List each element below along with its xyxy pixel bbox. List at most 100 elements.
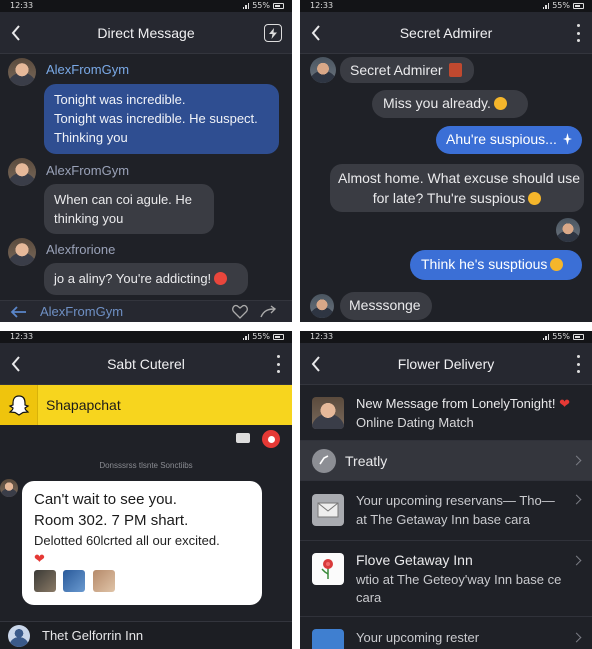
back-button[interactable] — [6, 353, 26, 375]
flower-icon — [312, 553, 344, 585]
row-subtitle: Online Dating Match — [356, 415, 474, 430]
row-title: Treatly — [345, 453, 388, 469]
chevron-left-icon — [11, 356, 20, 372]
chevron-left-icon — [311, 356, 320, 372]
share-arrow-icon[interactable] — [260, 305, 278, 318]
status-bar: 12:33 55% — [300, 0, 592, 12]
more-options-icon[interactable] — [274, 355, 282, 373]
chevron-right-icon — [571, 455, 582, 466]
inbox-title: Flower Delivery — [397, 355, 495, 372]
secret-admirer-screen: 12:33 55% Secret Admirer Secret Admirer … — [300, 0, 592, 322]
sender-name: Alexfrorione — [46, 242, 116, 257]
chat-header: Direct Message — [0, 12, 292, 54]
photo-thumbnail[interactable] — [34, 570, 56, 592]
direct-message-screen: 12:33 55% Direct Message AlexFromGym Ton… — [0, 0, 292, 322]
profile-photo — [312, 397, 344, 429]
composer-placeholder: Messsonge — [349, 297, 421, 313]
status-time: 12:33 — [10, 332, 34, 341]
message-line: for late? Thu're suspious — [372, 190, 526, 206]
chat-title: Direct Message — [97, 24, 195, 41]
footer-sender-name: AlexFromGym — [40, 304, 124, 319]
photo-thumbnail[interactable] — [63, 570, 86, 592]
calendar-icon — [312, 629, 344, 649]
back-button[interactable] — [6, 22, 26, 44]
battery-icon — [573, 333, 584, 340]
row-subtitle-continued: cara — [356, 590, 382, 605]
chat-header: Sabt Cuterel — [0, 343, 292, 385]
status-time: 12:33 — [10, 1, 34, 10]
chat-header: Secret Admirer — [300, 12, 592, 54]
chat-footer: Thet Gelforrin Inn — [0, 621, 292, 649]
more-options-icon[interactable] — [574, 355, 582, 373]
message-line: When can coi agule. He — [54, 192, 193, 207]
record-button[interactable] — [262, 430, 280, 448]
snapchat-screen: 12:33 55% Sabt Cuterel Shapapchat Donsss… — [0, 331, 292, 649]
record-dot-icon — [267, 435, 275, 443]
reply-arrow-icon[interactable] — [10, 305, 28, 319]
avatar[interactable] — [0, 479, 18, 497]
chat-title: Sabt Cuterel — [107, 355, 185, 372]
inbox-row[interactable]: Your upcoming rester — [300, 617, 592, 649]
contact-avatar-icon[interactable] — [8, 625, 30, 647]
status-bar: 12:33 55% — [0, 331, 292, 343]
inbox-header: Flower Delivery — [300, 343, 592, 385]
inbox-row[interactable]: Your upcoming reservans— Tho— at The Get… — [300, 481, 592, 541]
inbox-row[interactable]: Flove Getaway Inn wtio at The Geteoy'way… — [300, 541, 592, 617]
message-text: Miss you already. — [383, 95, 491, 111]
contact-chip[interactable]: Secret Admirer — [340, 57, 474, 83]
photo-thumbnail[interactable] — [92, 570, 115, 592]
signal-icon — [242, 2, 250, 9]
more-options-icon[interactable] — [574, 24, 582, 42]
flower-delivery-screen: 12:33 55% Flower Delivery New Message fr… — [300, 331, 592, 649]
envelope-shape — [317, 502, 339, 518]
message-bubble: Tonight was incredible. Tonight was incr… — [44, 84, 279, 154]
message-bubble-outgoing: Think he's susptious — [410, 250, 582, 280]
message-composer[interactable]: Messsonge — [340, 292, 432, 320]
battery-percent: 55% — [552, 332, 570, 341]
avatar[interactable] — [310, 294, 334, 318]
inbox-row[interactable]: New Message from LonelyTonight! ❤ Online… — [300, 386, 592, 441]
back-button[interactable] — [306, 353, 326, 375]
row-title: Your upcoming reservans— Tho— — [356, 493, 555, 508]
chevron-left-icon — [311, 25, 320, 41]
avatar[interactable] — [310, 57, 336, 83]
row-subtitle: wtio at The Geteoy'way Inn base ce — [356, 572, 562, 587]
chevron-right-icon — [571, 494, 582, 505]
message-bubble-outgoing: Ahu're suspious... — [436, 126, 582, 154]
message-line: Tonight was incredible. — [54, 92, 186, 107]
message-line: Tonight was incredible. He suspect. — [54, 111, 258, 126]
row-title: New Message from LonelyTonight! ❤ — [356, 395, 570, 413]
check-circle-icon — [312, 449, 336, 473]
battery-icon — [273, 333, 284, 340]
battery-percent: 55% — [252, 1, 270, 10]
row-subtitle: at The Getaway Inn base cara — [356, 512, 530, 527]
avatar[interactable] — [8, 238, 36, 266]
heart-icon: ❤ — [559, 396, 570, 411]
heart-eyes-emoji-icon — [214, 272, 228, 285]
chat-footer: AlexFromGym — [0, 300, 292, 322]
message-line: Delotted 60lcrted all our excited. — [34, 533, 220, 548]
app-banner[interactable]: Shapapchat — [0, 385, 292, 425]
envelope-icon — [312, 494, 344, 526]
heart-icon: ❤ — [34, 551, 45, 566]
face-emoji-icon — [550, 258, 564, 271]
sender-name: AlexFromGym — [46, 62, 130, 77]
message-text: jo a aliny? You're addicting! — [54, 271, 212, 286]
message-bubble: jo a aliny? You're addicting! — [44, 263, 248, 295]
message-bubble-incoming: Almost home. What excuse should use for … — [330, 164, 584, 212]
avatar[interactable] — [8, 58, 36, 86]
signal-icon — [242, 333, 250, 340]
back-button[interactable] — [306, 22, 326, 44]
chat-icon[interactable] — [236, 433, 250, 443]
check-mark — [319, 455, 329, 465]
avatar[interactable] — [8, 158, 36, 186]
row-title-text: New Message from LonelyTonight! — [356, 396, 556, 411]
status-bar: 12:33 55% — [300, 331, 592, 343]
face-emoji-icon — [493, 97, 507, 110]
battery-icon — [573, 2, 584, 9]
message-line: Can't wait to see you. — [34, 491, 177, 508]
flash-button[interactable] — [264, 24, 282, 42]
heart-outline-icon[interactable] — [232, 304, 248, 319]
avatar[interactable] — [556, 218, 580, 242]
inbox-row[interactable]: Treatly — [300, 441, 592, 481]
